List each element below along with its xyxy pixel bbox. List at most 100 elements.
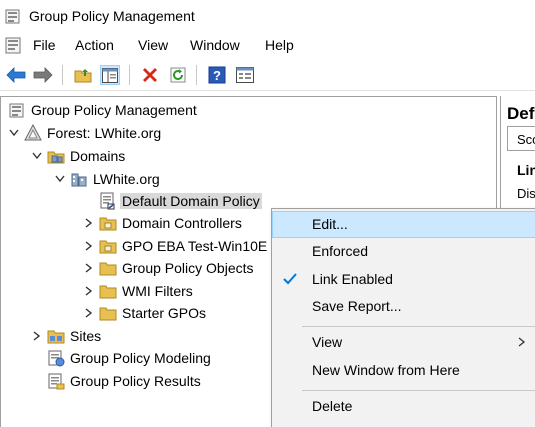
tree-node-wmi-filters[interactable]: WMI Filters <box>83 280 193 302</box>
results-icon <box>47 372 65 390</box>
properties-icon <box>236 67 254 83</box>
tab-scope[interactable]: Sco <box>507 126 535 151</box>
expand-chevron-icon[interactable] <box>83 257 95 279</box>
tree-node-sites[interactable]: Sites <box>31 325 101 347</box>
menu-item-label: Edit... <box>312 216 348 232</box>
menu-window[interactable]: Window <box>190 37 240 53</box>
expand-chevron-icon[interactable] <box>83 302 95 324</box>
tree-node-group-policy-objects[interactable]: Group Policy Objects <box>83 257 254 279</box>
refresh-button[interactable] <box>168 65 188 85</box>
tree-label: WMI Filters <box>122 283 193 299</box>
tree-label: LWhite.org <box>93 171 160 187</box>
tree-node-starter-gpos[interactable]: Starter GPOs <box>83 302 206 324</box>
menu-item-label: New Window from Here <box>312 362 460 378</box>
tree-label: Sites <box>70 328 102 344</box>
toolbar-separator <box>62 65 63 85</box>
folder-icon <box>99 259 117 277</box>
back-icon <box>6 67 26 83</box>
collapse-chevron-icon[interactable] <box>54 168 66 190</box>
tree-node-root[interactable]: Group Policy Management <box>8 99 197 121</box>
domain-icon <box>70 170 88 188</box>
sites-icon <box>47 327 65 345</box>
tree-label: Forest: LWhite.org <box>47 125 162 141</box>
back-button[interactable] <box>6 65 26 85</box>
up-folder-icon <box>74 69 92 83</box>
expand-chevron-icon[interactable] <box>83 235 95 257</box>
context-menu: Edit... Enforced Link Enabled Save Repor… <box>271 208 535 427</box>
tree-node-domains[interactable]: Domains <box>31 145 125 167</box>
gpm-app-icon <box>5 9 20 24</box>
collapse-chevron-icon[interactable] <box>8 122 20 144</box>
tree-node-domain[interactable]: LWhite.org <box>54 168 160 190</box>
tree-label: GPO EBA Test-Win10E <box>122 238 268 254</box>
tree-node-gpo-eba-test[interactable]: GPO EBA Test-Win10E <box>83 235 267 257</box>
menu-item-enforced[interactable]: Enforced <box>272 238 535 265</box>
checkmark-icon <box>283 273 297 285</box>
toolbar-separator <box>129 65 130 85</box>
menu-item-label: View <box>312 334 343 350</box>
menu-item-delete[interactable]: Delete <box>272 393 535 420</box>
tree-label: Starter GPOs <box>122 305 207 321</box>
tree-label: Group Policy Objects <box>122 260 254 276</box>
expand-chevron-icon[interactable] <box>83 280 95 302</box>
tree-label: Domains <box>70 148 126 164</box>
links-heading: Lin <box>517 162 535 178</box>
svg-text:?: ? <box>213 68 221 83</box>
tree-label: Domain Controllers <box>122 215 242 231</box>
tree-label: Default Domain Policy <box>120 193 262 209</box>
menu-item-label: Delete <box>312 398 353 414</box>
refresh-icon <box>170 67 186 83</box>
tree-node-domain-controllers[interactable]: Domain Controllers <box>83 212 242 234</box>
collapse-chevron-icon[interactable] <box>31 145 43 167</box>
menu-item-save-report[interactable]: Save Report... <box>272 293 535 320</box>
menu-action[interactable]: Action <box>75 37 114 53</box>
tree-label: Group Policy Modeling <box>70 350 211 366</box>
menu-item-label: Enforced <box>312 243 369 259</box>
forward-button[interactable] <box>33 65 53 85</box>
window-title: Group Policy Management <box>29 8 195 24</box>
menu-item-new-window[interactable]: New Window from Here <box>272 357 535 384</box>
display-label: Dis <box>517 186 535 201</box>
gpo-link-icon <box>99 192 117 210</box>
properties-button[interactable] <box>235 65 255 85</box>
folder-icon <box>99 282 117 300</box>
delete-icon <box>143 68 157 82</box>
menu-item-label: Link Enabled <box>312 271 393 287</box>
ou-folder-icon <box>99 214 117 232</box>
tree-node-gp-results[interactable]: Group Policy Results <box>31 370 201 392</box>
menu-bar: File Action View Window Help <box>0 33 535 58</box>
tab-scope-label: Sco <box>517 132 535 147</box>
menu-item-label: Save Report... <box>312 298 402 314</box>
title-bar: Group Policy Management <box>0 0 535 33</box>
toolbar: ? <box>0 59 535 91</box>
menu-separator <box>302 326 535 327</box>
tree-node-gp-modeling[interactable]: Group Policy Modeling <box>31 347 211 369</box>
expand-chevron-icon[interactable] <box>83 212 95 234</box>
show-hide-tree-button[interactable] <box>100 65 120 85</box>
gpm-root-icon <box>8 101 26 119</box>
help-button[interactable]: ? <box>207 65 227 85</box>
forward-icon <box>33 67 53 83</box>
tree-label: Group Policy Management <box>31 102 197 118</box>
system-menu-icon[interactable] <box>5 37 22 54</box>
menu-separator <box>302 390 535 391</box>
tree-label: Group Policy Results <box>70 373 201 389</box>
domains-icon <box>47 147 65 165</box>
details-title: Def <box>507 104 535 123</box>
expand-chevron-icon[interactable] <box>31 325 43 347</box>
menu-item-edit[interactable]: Edit... <box>272 211 535 238</box>
forest-icon <box>24 124 42 142</box>
menu-view[interactable]: View <box>138 37 168 53</box>
menu-help[interactable]: Help <box>265 37 294 53</box>
menu-item-view[interactable]: View <box>272 329 535 356</box>
show-hide-tree-icon <box>102 67 118 83</box>
tree-node-default-domain-policy[interactable]: Default Domain Policy <box>83 190 262 212</box>
delete-button[interactable] <box>140 65 160 85</box>
toolbar-separator <box>196 65 197 85</box>
menu-item-link-enabled[interactable]: Link Enabled <box>272 266 535 293</box>
help-icon: ? <box>208 66 226 84</box>
folder-icon <box>99 304 117 322</box>
menu-file[interactable]: File <box>33 37 56 53</box>
tree-node-forest[interactable]: Forest: LWhite.org <box>8 122 161 144</box>
up-folder-button[interactable] <box>73 65 93 85</box>
